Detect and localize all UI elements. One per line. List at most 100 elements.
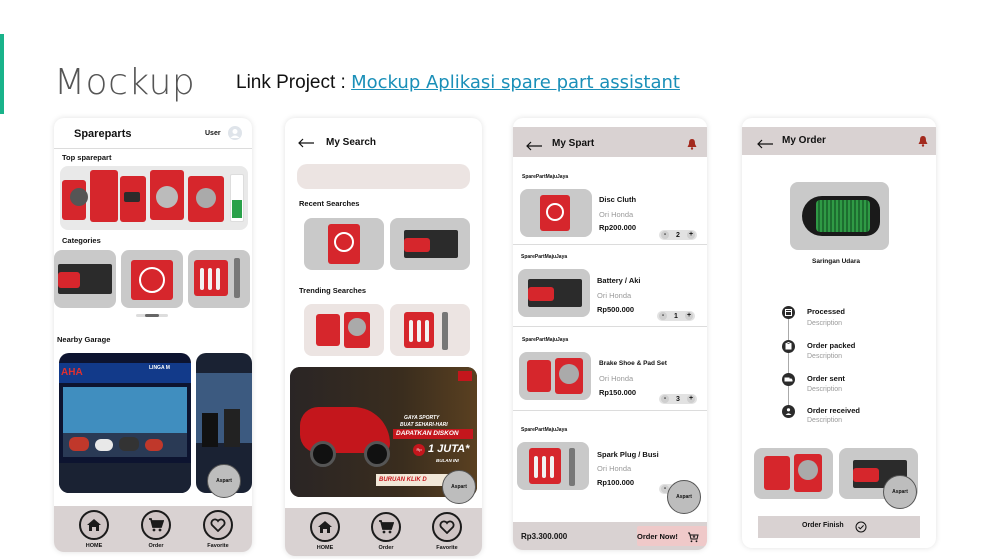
top-sparepart-label: Top sparepart <box>62 153 112 162</box>
item-price: Rp500.000 <box>597 305 635 314</box>
slide-accent-bar <box>0 34 4 114</box>
category-spark-plug[interactable] <box>188 250 250 308</box>
link-project-line: Link Project : Mockup Aplikasi spare par… <box>236 72 680 94</box>
assistant-label: Aspart <box>216 478 232 484</box>
nav-home[interactable]: HOME <box>305 512 345 551</box>
cart-add-icon <box>687 530 699 548</box>
store-name: SparePartMajuJaya <box>521 427 568 433</box>
nav-home[interactable]: HOME <box>74 510 114 549</box>
quantity-value: 1 <box>674 312 678 320</box>
nav-favorite-label: Favorite <box>207 543 229 549</box>
quantity-stepper[interactable]: -1 + <box>657 311 695 321</box>
search-title: My Search <box>326 137 377 148</box>
order-title: My Order <box>782 135 826 146</box>
nav-order[interactable]: Order <box>366 512 406 551</box>
home-icon <box>310 512 340 542</box>
assistant-button[interactable]: Aspart <box>667 480 701 514</box>
quantity-stepper[interactable]: -2 + <box>659 230 697 240</box>
back-arrow-icon[interactable] <box>297 135 315 153</box>
assistant-label: Aspart <box>451 484 467 490</box>
recent-search-battery[interactable] <box>390 218 470 270</box>
item-name: Brake Shoe & Pad Set <box>599 360 667 367</box>
item-price: Rp100.000 <box>597 478 635 487</box>
timeline-line <box>788 312 789 412</box>
item-name: Battery / Aki <box>597 276 641 285</box>
search-screen: My Search Recent Searches Trending Searc… <box>285 118 482 556</box>
cart-title: My Spart <box>552 138 595 149</box>
nav-favorite-label: Favorite <box>436 545 458 551</box>
nav-favorite[interactable]: Favorite <box>198 510 238 549</box>
category-battery[interactable] <box>54 250 116 308</box>
order-now-button[interactable]: Order Now! <box>637 526 707 546</box>
order-screen: My Order Saringan Udara Processed Descri… <box>742 118 936 548</box>
step-label: Processed <box>807 307 845 316</box>
garage-sign-2: LINGA M <box>149 365 170 371</box>
back-arrow-icon[interactable] <box>756 136 774 154</box>
quantity-value: 3 <box>676 395 680 403</box>
nav-favorite[interactable]: Favorite <box>427 512 467 551</box>
order-finish-button[interactable]: Order Finish <box>758 516 920 538</box>
package-icon <box>782 340 795 353</box>
bell-icon[interactable] <box>686 137 698 155</box>
recent-search-disc[interactable] <box>304 218 384 270</box>
cart-item-image[interactable] <box>518 269 590 317</box>
item-brand: Ori Honda <box>599 210 634 219</box>
assistant-button[interactable]: Aspart <box>207 464 241 498</box>
cart-icon <box>141 510 171 540</box>
check-circle-icon <box>855 520 867 538</box>
heart-icon <box>203 510 233 540</box>
truck-icon <box>782 373 795 386</box>
processed-icon <box>782 306 795 319</box>
back-arrow-icon[interactable] <box>525 138 543 156</box>
recent-searches-label: Recent Searches <box>299 199 360 208</box>
promo-amount: 1 JUTA* <box>428 443 470 455</box>
nav-home-label: HOME <box>316 545 334 551</box>
top-sparepart-banner[interactable] <box>60 166 248 230</box>
cart-screen: My Spart SparePartMajuJaya Disc Cluth Or… <box>513 118 707 550</box>
assistant-button[interactable]: Aspart <box>883 475 917 509</box>
link-prefix: Link Project : <box>236 72 352 93</box>
brand-logo <box>458 371 472 381</box>
cart-item-image[interactable] <box>519 352 591 400</box>
garage-sign: AHA <box>61 367 83 378</box>
nav-order-label: Order <box>148 543 164 549</box>
store-name: SparePartMajuJaya <box>522 337 569 343</box>
assistant-label: Aspart <box>676 494 692 500</box>
cart-item-image[interactable] <box>517 442 589 490</box>
received-icon <box>782 405 795 418</box>
user-label[interactable]: User <box>205 130 221 137</box>
cart-footer: Rp3.300.000 Order Now! <box>513 522 707 550</box>
assistant-label: Aspart <box>892 489 908 495</box>
item-name: Spark Plug / Busi <box>597 450 659 459</box>
item-brand: Ori Honda <box>597 464 632 473</box>
nav-order-label: Order <box>378 545 394 551</box>
nav-order[interactable]: Order <box>136 510 176 549</box>
item-name: Disc Cluth <box>599 195 637 204</box>
cart-item-image[interactable] <box>520 189 592 237</box>
bottom-nav: HOME Order Favorite <box>285 508 482 556</box>
search-input[interactable] <box>297 164 470 189</box>
quantity-stepper[interactable]: -3 + <box>659 394 697 404</box>
trending-search-pads[interactable] <box>304 304 384 356</box>
product-image <box>790 182 889 250</box>
step-description: Description <box>807 353 843 360</box>
promo-line-2: BUAT SEHARI-HARI <box>400 422 448 428</box>
categories-label: Categories <box>62 236 101 245</box>
slide-title: Mockup <box>54 62 196 103</box>
avatar[interactable] <box>228 126 242 140</box>
bell-icon[interactable] <box>917 134 929 152</box>
assistant-button[interactable]: Aspart <box>442 470 476 504</box>
item-brand: Ori Honda <box>599 374 634 383</box>
cart-total: Rp3.300.000 <box>521 532 568 541</box>
category-disc[interactable] <box>121 250 183 308</box>
item-price: Rp200.000 <box>599 223 637 232</box>
carousel-indicator <box>136 314 168 317</box>
step-description: Description <box>807 417 843 424</box>
order-item-pads[interactable] <box>754 448 833 499</box>
product-name: Saringan Udara <box>812 258 861 265</box>
home-screen: Spareparts User Top sparepart Categories <box>54 118 252 552</box>
project-link[interactable]: Mockup Aplikasi spare part assistant <box>351 72 680 93</box>
trending-search-spark[interactable] <box>390 304 470 356</box>
garage-card-1[interactable]: AHA LINGA M <box>59 353 191 493</box>
order-finish-label: Order Finish <box>802 522 844 529</box>
